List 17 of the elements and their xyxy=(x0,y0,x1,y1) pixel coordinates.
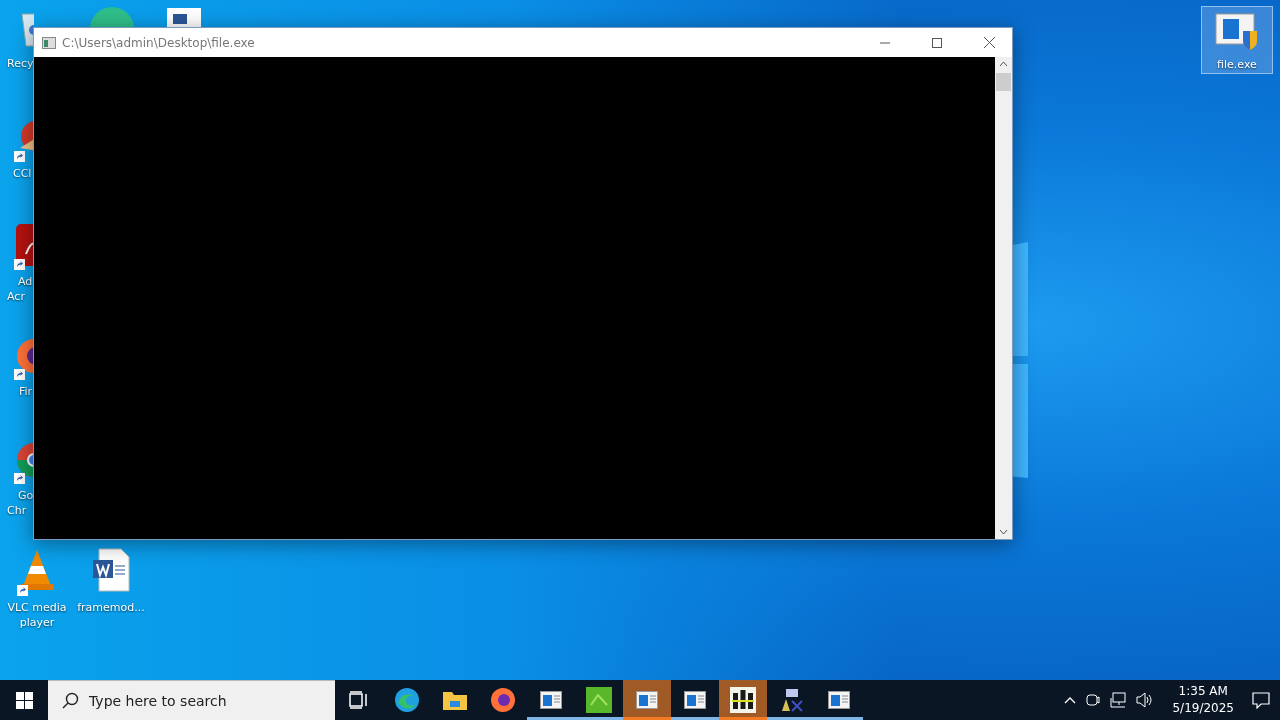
icon-label: Recy xyxy=(7,56,34,71)
clock-date: 5/19/2025 xyxy=(1172,700,1234,717)
icon-label: VLC media xyxy=(7,600,67,615)
selected-desktop-icon[interactable]: file.exe xyxy=(1201,6,1273,74)
icon-label: file.exe xyxy=(1217,57,1257,72)
clock[interactable]: 1:35 AM 5/19/2025 xyxy=(1172,683,1234,717)
icon-label: Chr xyxy=(7,503,27,518)
icon-label: Acr xyxy=(7,289,25,304)
clock-time: 1:35 AM xyxy=(1178,683,1228,700)
icon-label: framemod... xyxy=(77,600,145,615)
icon-label: Fir xyxy=(18,384,33,399)
icon-label: player xyxy=(19,615,55,630)
window-title: C:\Users\admin\Desktop\file.exe xyxy=(62,35,256,50)
icon-label: Go xyxy=(17,488,34,503)
icon-label: CCl xyxy=(12,166,32,181)
icon-label: Ad xyxy=(17,274,33,289)
search-field[interactable]: Type here to search xyxy=(48,680,335,720)
